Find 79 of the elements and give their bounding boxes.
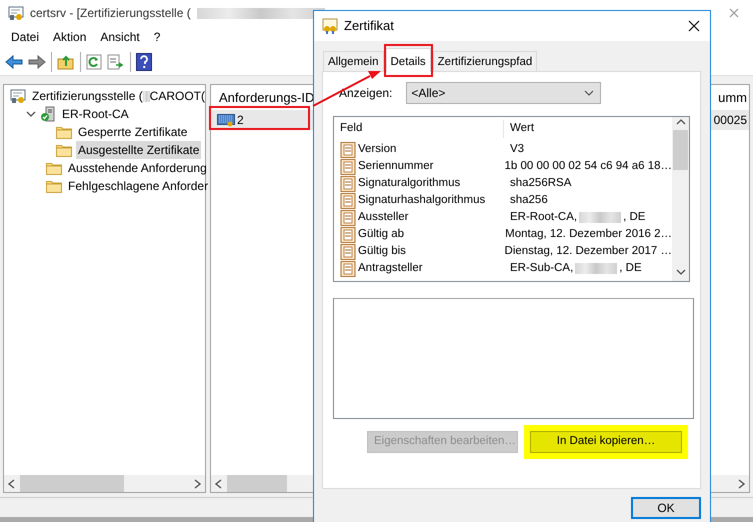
server-icon xyxy=(40,106,56,122)
column-header[interactable]: Wert xyxy=(504,120,534,138)
caret-icon xyxy=(584,90,594,96)
field-name: Gültig bis xyxy=(358,244,406,259)
field-value: sha256RSA xyxy=(509,176,572,191)
table-cell-text: 2 xyxy=(237,112,244,129)
tree-item[interactable]: Ausstehende Anforderung xyxy=(66,159,209,177)
field-document-icon xyxy=(340,210,356,226)
field-name: Antragsteller xyxy=(358,260,423,276)
field-value: sha256 xyxy=(509,192,548,208)
tree-item[interactable]: Gesperrte Zertifikate xyxy=(76,123,190,141)
field-document-icon xyxy=(340,158,356,174)
export-list-icon[interactable] xyxy=(107,54,125,70)
blur-patch xyxy=(575,263,618,274)
scroll-up-icon[interactable] xyxy=(676,117,686,127)
field-document-icon xyxy=(340,142,356,158)
issued-certificate-icon xyxy=(217,113,235,127)
field-list[interactable] xyxy=(333,116,690,282)
scroll-down-icon[interactable] xyxy=(676,267,686,277)
menu-item[interactable]: Aktion xyxy=(46,28,94,46)
field-value: ER-Root-CA, xyxy=(509,210,578,225)
tab[interactable]: Details xyxy=(386,48,431,72)
field-name: Version xyxy=(358,142,396,157)
menu-item[interactable]: Ansicht xyxy=(93,28,147,46)
folder-icon xyxy=(56,143,72,157)
field-name: Seriennummer xyxy=(358,158,434,174)
tab[interactable]: Zertifizierungspfad xyxy=(432,51,538,71)
scrollbar-thumb[interactable] xyxy=(227,475,287,492)
ok-button[interactable]: OK xyxy=(631,497,701,519)
dialog-title: Zertifikat xyxy=(344,17,394,36)
folder-icon xyxy=(46,179,62,193)
tree-item-text: CAROOT( xyxy=(150,88,205,105)
column-header[interactable]: Feld xyxy=(334,120,504,138)
field-document-icon xyxy=(340,192,356,208)
folder-icon xyxy=(46,161,62,175)
field-name: Signaturhashalgorithmus xyxy=(358,192,486,208)
field-document-icon xyxy=(340,226,356,242)
field-value: ER-Sub-CA, xyxy=(509,260,574,276)
copy-to-file-button[interactable]: In Datei kopieren… xyxy=(530,431,682,453)
refresh-icon[interactable] xyxy=(86,54,102,70)
folder-up-icon[interactable] xyxy=(57,54,75,70)
certificate-icon xyxy=(322,18,338,34)
certificate-icon xyxy=(10,88,26,104)
column-header[interactable]: umm xyxy=(718,88,747,107)
menu-item[interactable]: Datei xyxy=(4,28,46,46)
column-header[interactable]: Anforderungs-ID xyxy=(219,88,314,107)
field-value: Montag, 12. Dezember 2016 2… xyxy=(504,226,672,242)
tree-item[interactable]: ER-Root-CA xyxy=(60,105,131,123)
table-cell-text: 00025 xyxy=(714,112,747,129)
field-document-icon xyxy=(340,176,356,192)
forward-arrow-icon[interactable] xyxy=(28,54,46,70)
blur-patch xyxy=(142,90,150,102)
field-name: Aussteller xyxy=(358,210,408,225)
expand-chevron-icon[interactable] xyxy=(26,109,36,119)
dropdown[interactable]: <Alle> xyxy=(406,82,602,104)
field-value: , DE xyxy=(619,260,642,276)
tree-item[interactable]: Fehlgeschlagene Anforder xyxy=(66,177,210,195)
tree-item[interactable]: Zertifizierungsstelle ( xyxy=(30,87,143,105)
certificate-icon xyxy=(8,5,24,21)
tab[interactable]: Allgemein xyxy=(323,51,384,71)
field-document-icon xyxy=(340,244,356,260)
field-value: 1b 00 00 00 02 54 c6 94 a6 18… xyxy=(503,158,672,174)
folder-icon xyxy=(56,125,72,139)
field-value: Dienstag, 12. Dezember 2017 … xyxy=(504,244,672,259)
back-arrow-icon[interactable] xyxy=(5,54,23,70)
help-icon[interactable] xyxy=(136,52,152,70)
scrollbar-thumb[interactable] xyxy=(673,130,688,170)
window-title: certsrv - [Zertifizierungsstelle ( xyxy=(30,5,191,22)
close-icon[interactable] xyxy=(688,20,700,32)
tree-item[interactable]: Ausgestellte Zertifikate xyxy=(76,141,202,159)
field-name: Gültig ab xyxy=(358,226,404,242)
field-label: Anzeigen: xyxy=(339,85,392,102)
field-name: Signaturalgorithmus xyxy=(358,176,460,191)
scrollbar-thumb[interactable] xyxy=(20,475,124,492)
field-value: V3 xyxy=(509,142,524,157)
menu-item[interactable]: ? xyxy=(146,28,168,46)
field-document-icon xyxy=(340,260,356,276)
field-value: , DE xyxy=(623,210,646,225)
blur-patch xyxy=(579,212,622,223)
